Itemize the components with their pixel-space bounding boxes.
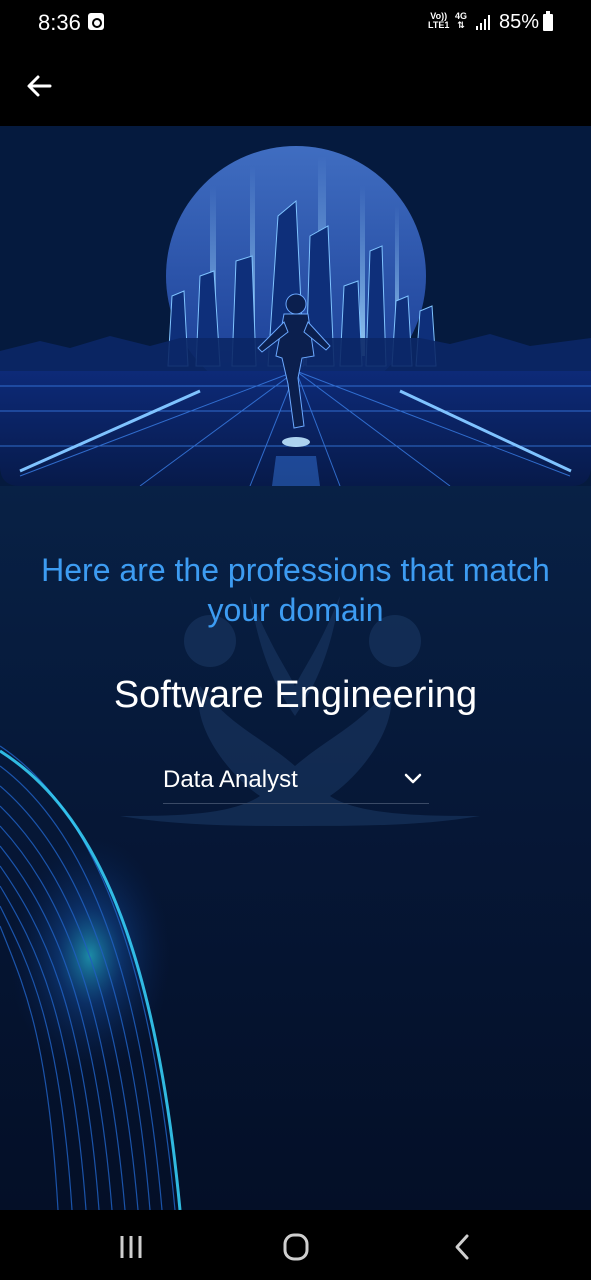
hero-city-illustration bbox=[0, 126, 591, 486]
network-indicator: 4G ⇅ bbox=[455, 12, 467, 30]
chevron-down-icon bbox=[404, 773, 422, 784]
recents-icon bbox=[120, 1236, 142, 1258]
arrow-left-icon bbox=[27, 75, 52, 97]
data-arrows-icon: ⇅ bbox=[457, 20, 465, 30]
notification-icon bbox=[88, 13, 104, 30]
volte-indicator: Vo)) LTE1 bbox=[428, 12, 449, 30]
nav-home-button[interactable] bbox=[276, 1230, 316, 1264]
profession-content: Here are the professions that match your… bbox=[0, 126, 591, 1210]
headline-text: Here are the professions that match your… bbox=[41, 552, 550, 628]
nav-back-button[interactable] bbox=[442, 1230, 482, 1264]
nav-recents-button[interactable] bbox=[112, 1230, 152, 1264]
app-bar bbox=[0, 46, 591, 126]
system-nav-bar bbox=[0, 1210, 591, 1280]
back-button[interactable] bbox=[20, 66, 60, 106]
battery-icon bbox=[543, 11, 553, 31]
profession-selected-value: Data Analyst bbox=[163, 766, 298, 793]
lte-label: LTE1 bbox=[428, 20, 450, 30]
status-bar: 8:36 Vo)) LTE1 4G ⇅ 85% bbox=[0, 0, 591, 46]
profession-dropdown[interactable]: Data Analyst bbox=[163, 762, 429, 804]
home-icon bbox=[283, 1233, 309, 1261]
domain-title: Software Engineering bbox=[113, 674, 478, 716]
app-screen: 8:36 Vo)) LTE1 4G ⇅ 85% Here are the pro… bbox=[0, 0, 591, 1280]
status-time: 8:36 bbox=[38, 10, 81, 35]
nav-back-icon bbox=[455, 1234, 469, 1260]
battery-level: 85% bbox=[499, 11, 540, 33]
signal-icon bbox=[476, 14, 492, 30]
